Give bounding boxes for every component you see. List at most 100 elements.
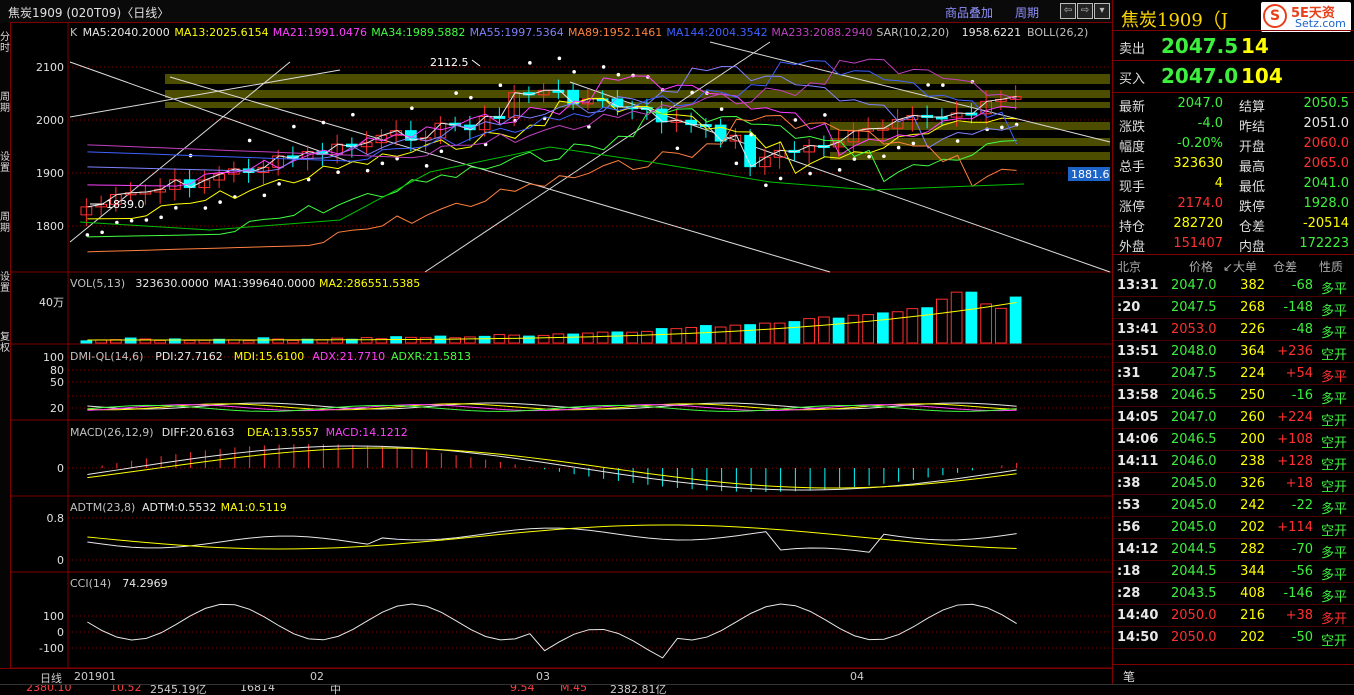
tick-volume: 382 — [1240, 278, 1265, 293]
tick-row[interactable]: :28 2043.5 408 -146 多平 — [1113, 582, 1354, 605]
dropdown-button[interactable]: ▾ — [1094, 3, 1110, 19]
scroll-right-button[interactable]: ⇨ — [1077, 3, 1093, 19]
sidebar-item[interactable]: 复权 — [0, 332, 10, 354]
tick-nature: 多平 — [1321, 392, 1348, 407]
tick-row[interactable]: :56 2045.0 202 +114 空开 — [1113, 516, 1354, 539]
main-indicator-label: MA144:2004.3542 — [666, 26, 767, 39]
cci-indicator-label: 74.2969 — [122, 577, 168, 590]
tick-time: 14:40 — [1117, 608, 1159, 623]
tick-nature: 空开 — [1321, 436, 1348, 451]
ticks-list[interactable]: 13:31 2047.0 382 -68 多平:20 2047.5 268 -148 多平 13:… — [1113, 274, 1354, 664]
sar-dot — [808, 171, 812, 176]
sar-dot — [675, 146, 680, 151]
tick-row[interactable]: 14:05 2047.0 260 +224 空开 — [1113, 406, 1354, 429]
stat-label: 最新 — [1119, 100, 1146, 115]
volume-bar — [1009, 296, 1022, 344]
tick-row[interactable]: 14:06 2046.5 200 +108 空开 — [1113, 428, 1354, 451]
stat-value: -4.0 — [1197, 116, 1223, 131]
bid-volume: 104 — [1241, 64, 1283, 88]
y-tick-label: 1800 — [36, 220, 64, 233]
tick-price: 2046.5 — [1171, 432, 1217, 447]
tick-price: 2044.5 — [1171, 564, 1217, 579]
sidebar-item[interactable]: 设置 — [0, 152, 10, 174]
volume-bar — [877, 312, 889, 344]
y-tick-label: 2100 — [36, 61, 64, 74]
stat-label: 结算 — [1239, 100, 1266, 115]
sar-dot — [144, 218, 149, 222]
tick-oi-change: +128 — [1277, 454, 1313, 469]
main-indicator-label: 1958.6221 — [962, 26, 1022, 39]
date-tick: 02 — [310, 670, 324, 683]
sar-dot — [867, 154, 871, 159]
sar-dot — [277, 182, 281, 186]
ticks-header: 北京 价格 ↙大单 仓差 性质 — [1113, 254, 1354, 275]
tick-price: 2047.5 — [1171, 300, 1217, 315]
tick-row[interactable]: 14:40 2050.0 216 +38 多开 — [1113, 604, 1354, 627]
volume-bar — [124, 337, 137, 344]
tick-row[interactable]: :53 2045.0 242 -22 多平 — [1113, 494, 1354, 517]
volume-bar — [818, 316, 830, 344]
volume-bar — [582, 332, 594, 344]
cci-indicator-label: CCI(14) — [70, 577, 111, 590]
stat-label: 幅度 — [1119, 140, 1146, 155]
taskbar-text: 16814 — [240, 684, 275, 694]
sar-dot — [882, 154, 886, 159]
volume-bar — [611, 331, 624, 344]
tick-oi-change: -68 — [1291, 278, 1313, 293]
tick-tab[interactable]: 笔 — [1123, 668, 1135, 685]
tick-nature: 空开 — [1321, 348, 1348, 363]
main-indicator-label: MA5:2040.2000 — [83, 26, 170, 39]
taskbar-text: 10.52 — [110, 684, 142, 694]
tick-row[interactable]: 13:58 2046.5 250 -16 多平 — [1113, 384, 1354, 407]
tick-row[interactable]: 14:12 2044.5 282 -70 多平 — [1113, 538, 1354, 561]
tick-row[interactable]: 13:31 2047.0 382 -68 多平 — [1113, 274, 1354, 297]
overlay-link[interactable]: 商品叠加 — [945, 4, 993, 21]
sidebar-item[interactable]: 分时 — [0, 32, 10, 54]
kline-chart-area[interactable]: K MA5:2040.2000 MA13:2025.6154 MA21:1991.04… — [10, 22, 1112, 668]
ticks-col-time: 北京 — [1117, 260, 1142, 274]
stat-label: 涨跌 — [1119, 120, 1146, 135]
tick-oi-change: +236 — [1277, 344, 1313, 359]
stat-label: 最低 — [1239, 180, 1266, 195]
tick-nature: 空开 — [1321, 480, 1348, 495]
scroll-left-button[interactable]: ⇦ — [1060, 3, 1076, 19]
tick-volume: 200 — [1240, 432, 1265, 447]
sidebar-item[interactable]: 设置 — [0, 272, 10, 294]
tick-row[interactable]: 14:50 2050.0 202 -50 空开 — [1113, 626, 1354, 649]
sidebar-item[interactable]: 周期 — [0, 212, 10, 234]
tick-volume: 326 — [1240, 476, 1265, 491]
stat-value: 151407 — [1173, 236, 1223, 251]
tick-row[interactable]: :38 2045.0 326 +18 空开 — [1113, 472, 1354, 495]
y-tick-label: 0 — [57, 554, 64, 567]
main-indicator-label: BOLL(26,2) — [1027, 26, 1088, 39]
tick-row[interactable]: 13:51 2048.0 364 +236 空开 — [1113, 340, 1354, 363]
candle-body — [611, 98, 624, 108]
tick-volume: 224 — [1240, 366, 1265, 381]
tick-volume: 202 — [1240, 630, 1265, 645]
tick-row[interactable]: :18 2044.5 344 -56 多平 — [1113, 560, 1354, 583]
candle-body — [744, 134, 756, 168]
tick-nature: 多平 — [1321, 590, 1348, 605]
stat-label: 仓差 — [1239, 220, 1266, 235]
tick-nature: 多平 — [1321, 546, 1348, 561]
volume-bar — [832, 317, 845, 344]
sar-dot — [823, 113, 827, 117]
volume-bar — [405, 336, 417, 344]
tick-row[interactable]: 13:41 2053.0 226 -48 多平 — [1113, 318, 1354, 341]
tick-oi-change: +18 — [1285, 476, 1313, 491]
price-band — [165, 90, 1110, 98]
tick-row[interactable]: :20 2047.5 268 -148 多平 — [1113, 296, 1354, 319]
bid-row[interactable]: 买入 2047.0 104 — [1113, 60, 1354, 91]
volume-bar — [641, 330, 653, 344]
tick-row[interactable]: :31 2047.5 224 +54 多平 — [1113, 362, 1354, 385]
sar-dot — [454, 91, 458, 95]
tick-row[interactable]: 14:11 2046.0 238 +128 空开 — [1113, 450, 1354, 473]
volume-bar — [419, 337, 432, 344]
ask-row[interactable]: 卖出 2047.5 14 — [1113, 30, 1354, 61]
sidebar-item[interactable]: 周期 — [0, 92, 10, 114]
period-link[interactable]: 周期 — [1015, 4, 1039, 21]
macd-indicator-label: DEA:13.5557 — [247, 426, 319, 439]
volume-bar — [478, 335, 491, 344]
volume-bar — [670, 328, 683, 344]
tick-nature: 多开 — [1321, 612, 1348, 627]
